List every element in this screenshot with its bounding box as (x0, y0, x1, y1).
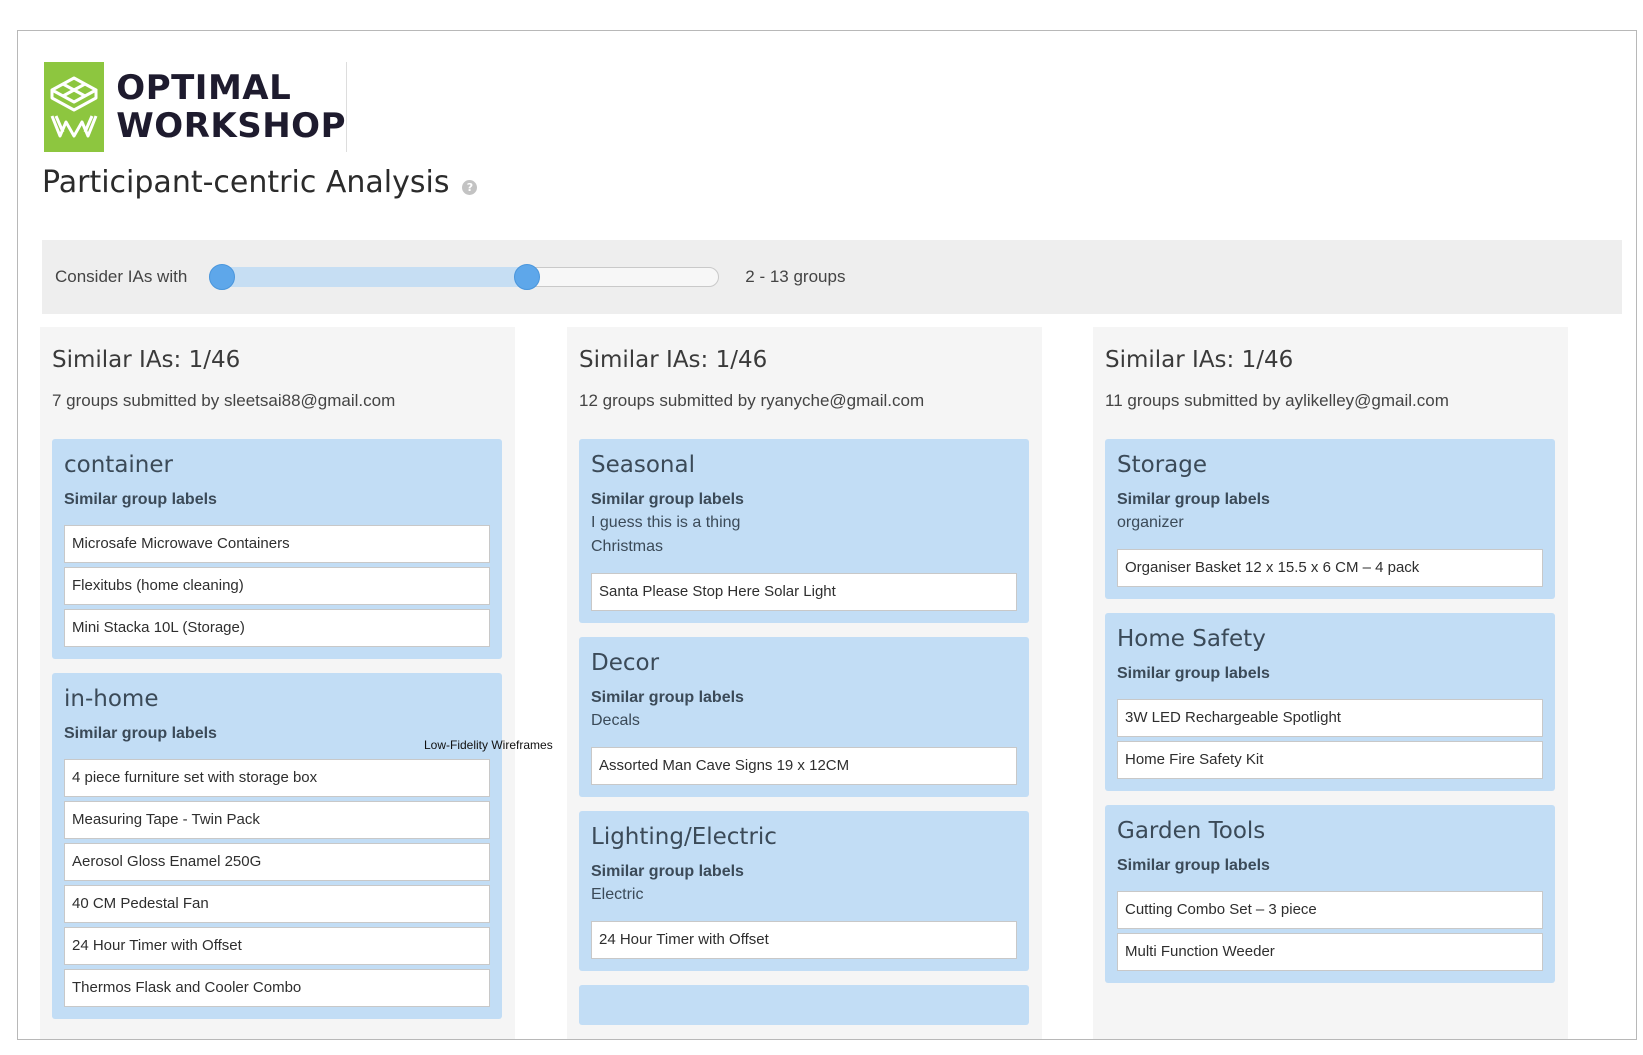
similar-label: organizer (1117, 514, 1184, 531)
logo-line-2: WORKSHOP (116, 106, 346, 146)
card-list: 4 piece furniture set with storage box M… (64, 759, 490, 1007)
optimal-workshop-logo: OPTIMAL WORKSHOP (44, 62, 347, 152)
group-card-partial (579, 985, 1029, 1025)
card-list: 3W LED Rechargeable Spotlight Home Fire … (1117, 699, 1543, 779)
similar-ia-column-3: Similar IAs: 1/46 11 groups submitted by… (1093, 327, 1568, 1039)
card-item: 4 piece furniture set with storage box (64, 759, 490, 797)
page-title-row: Participant-centric Analysis ? (42, 165, 478, 200)
group-name: Lighting/Electric (591, 824, 777, 850)
group-range-slider[interactable] (209, 264, 720, 290)
similar-label: Christmas (591, 538, 664, 555)
group-card-garden-tools: Garden Tools Similar group labels Cuttin… (1105, 805, 1555, 983)
slider-selected-range (209, 267, 528, 287)
card-item: Organiser Basket 12 x 15.5 x 6 CM – 4 pa… (1117, 549, 1543, 587)
logo-line-1: OPTIMAL (116, 68, 292, 108)
column-subtitle: 7 groups submitted by sleetsai88@gmail.c… (52, 391, 396, 410)
column-title: Similar IAs: 1/46 (1105, 347, 1294, 373)
card-item: 40 CM Pedestal Fan (64, 885, 490, 923)
card-item: Thermos Flask and Cooler Combo (64, 969, 490, 1007)
overlay-caption: Low-Fidelity Wireframes (424, 738, 553, 752)
filter-range-value: 2 - 13 groups (745, 267, 846, 286)
card-list: 24 Hour Timer with Offset (591, 921, 1017, 959)
group-name: in-home (64, 686, 159, 712)
card-list: Santa Please Stop Here Solar Light (591, 573, 1017, 611)
group-list: Storage Similar group labels organizer O… (1105, 439, 1555, 997)
group-card-lighting-electric: Lighting/Electric Similar group labels E… (579, 811, 1029, 971)
group-name: Decor (591, 650, 660, 676)
similar-ia-column-2: Similar IAs: 1/46 12 groups submitted by… (567, 327, 1042, 1039)
column-title: Similar IAs: 1/46 (52, 347, 241, 373)
card-item: Microsafe Microwave Containers (64, 525, 490, 563)
card-item: 24 Hour Timer with Offset (64, 927, 490, 965)
logo-wordmark: OPTIMAL WORKSHOP (116, 69, 346, 145)
card-item: Cutting Combo Set – 3 piece (1117, 891, 1543, 929)
group-list: container Similar group labels Microsafe… (52, 439, 502, 1033)
card-list: Cutting Combo Set – 3 piece Multi Functi… (1117, 891, 1543, 971)
group-name: Home Safety (1117, 626, 1266, 652)
group-name: Garden Tools (1117, 818, 1266, 844)
slider-max-handle[interactable] (514, 264, 541, 290)
group-card-seasonal: Seasonal Similar group labels I guess th… (579, 439, 1029, 623)
column-title: Similar IAs: 1/46 (579, 347, 768, 373)
column-subtitle: 12 groups submitted by ryanyche@gmail.co… (579, 391, 925, 410)
similar-labels-heading: Similar group labels (591, 863, 744, 880)
group-card-decor: Decor Similar group labels Decals Assort… (579, 637, 1029, 797)
similar-labels-heading: Similar group labels (1117, 857, 1270, 874)
card-item: Multi Function Weeder (1117, 933, 1543, 971)
group-name: Seasonal (591, 452, 695, 478)
page-title: Participant-centric Analysis (42, 165, 450, 200)
group-card-in-home: in-home Similar group labels 4 piece fur… (52, 673, 502, 1019)
card-item: 3W LED Rechargeable Spotlight (1117, 699, 1543, 737)
similar-label: Electric (591, 886, 644, 903)
group-list: Seasonal Similar group labels I guess th… (579, 439, 1029, 1039)
similar-labels-heading: Similar group labels (591, 689, 744, 706)
similar-labels-heading: Similar group labels (64, 491, 217, 508)
filter-label: Consider IAs with (55, 267, 188, 286)
card-list: Microsafe Microwave Containers Flexitubs… (64, 525, 490, 647)
card-list: Organiser Basket 12 x 15.5 x 6 CM – 4 pa… (1117, 549, 1543, 587)
similar-labels-heading: Similar group labels (1117, 491, 1270, 508)
similar-ia-column-1: Similar IAs: 1/46 7 groups submitted by … (40, 327, 515, 1039)
similar-labels-heading: Similar group labels (1117, 665, 1270, 682)
card-list: Assorted Man Cave Signs 19 x 12CM (591, 747, 1017, 785)
card-item: Assorted Man Cave Signs 19 x 12CM (591, 747, 1017, 785)
card-item: Flexitubs (home cleaning) (64, 567, 490, 605)
card-item: Aerosol Gloss Enamel 250G (64, 843, 490, 881)
similar-labels-heading: Similar group labels (591, 491, 744, 508)
group-card-storage: Storage Similar group labels organizer O… (1105, 439, 1555, 599)
logo-mark-icon (44, 62, 105, 152)
app-frame: OPTIMAL WORKSHOP Participant-centric Ana… (17, 30, 1637, 1040)
question-circle-icon[interactable]: ? (462, 180, 478, 195)
group-card-container: container Similar group labels Microsafe… (52, 439, 502, 659)
card-item: Mini Stacka 10L (Storage) (64, 609, 490, 647)
group-name: container (64, 452, 173, 478)
card-item: Home Fire Safety Kit (1117, 741, 1543, 779)
group-name: Storage (1117, 452, 1207, 478)
group-range-filter: Consider IAs with 2 - 13 groups (42, 240, 1622, 314)
card-item: 24 Hour Timer with Offset (591, 921, 1017, 959)
card-item: Santa Please Stop Here Solar Light (591, 573, 1017, 611)
group-card-home-safety: Home Safety Similar group labels 3W LED … (1105, 613, 1555, 791)
column-subtitle: 11 groups submitted by aylikelley@gmail.… (1105, 391, 1449, 410)
card-item: Measuring Tape - Twin Pack (64, 801, 490, 839)
similar-label: I guess this is a thing (591, 514, 741, 531)
similar-label: Decals (591, 712, 640, 729)
